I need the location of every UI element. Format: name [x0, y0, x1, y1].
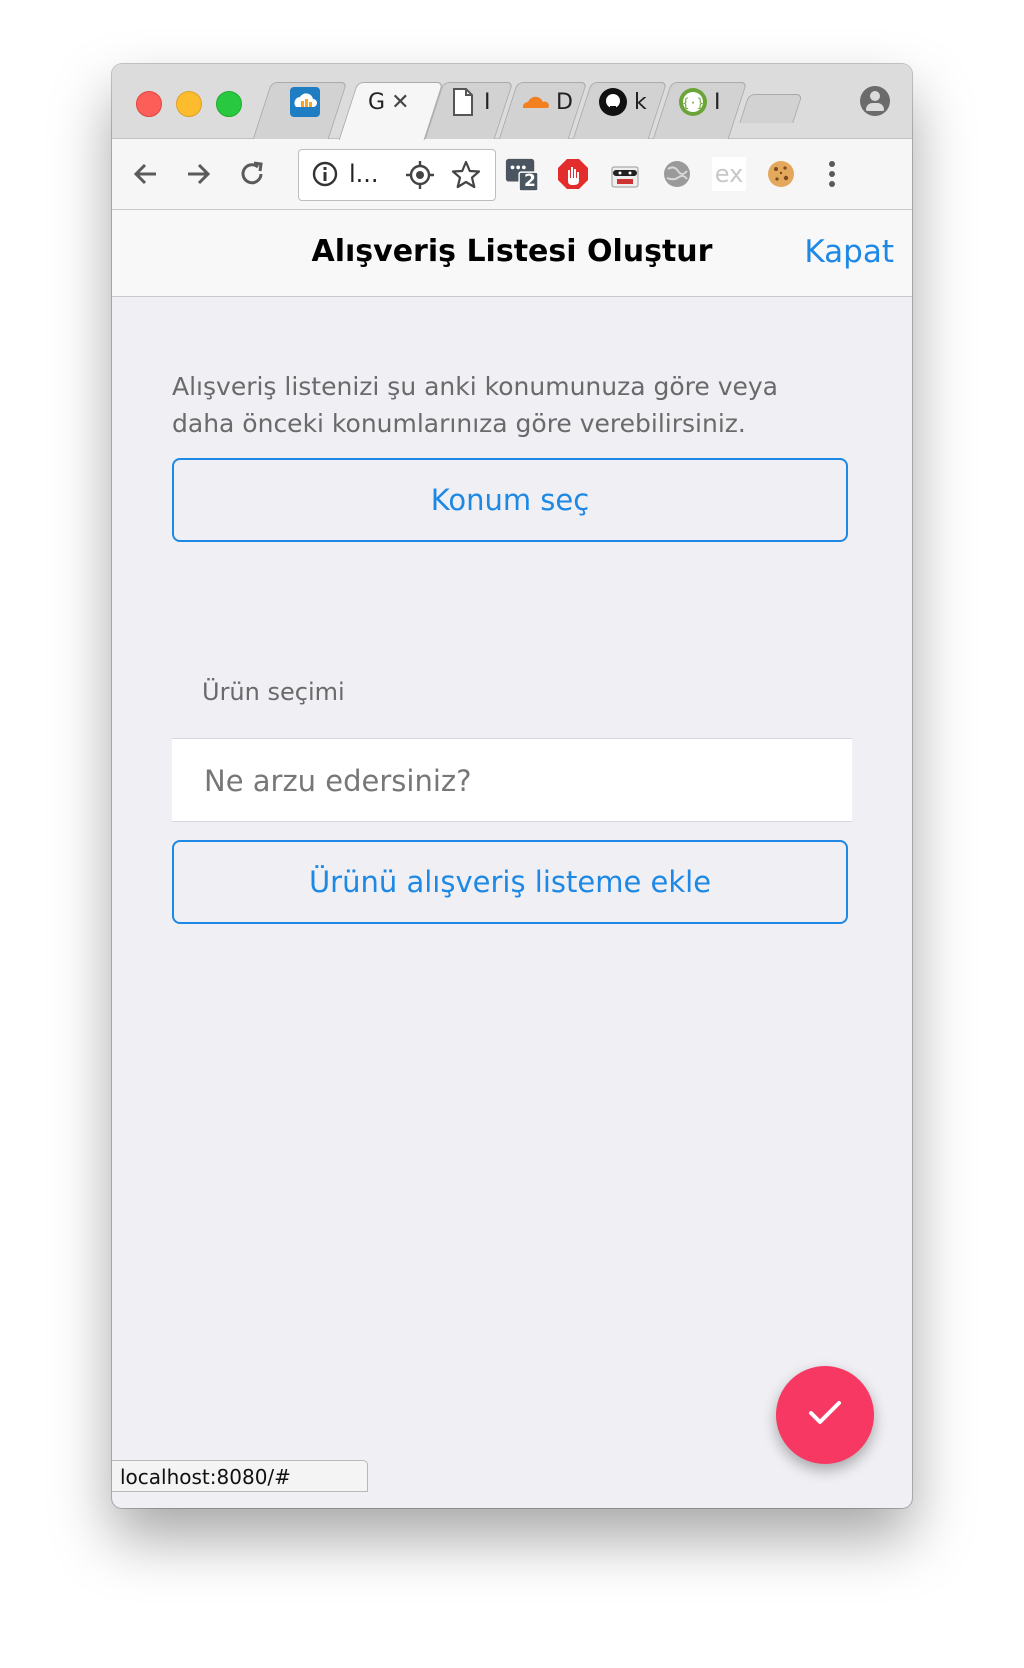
address-text[interactable]: l...: [349, 160, 379, 188]
checkmark-icon: [807, 1398, 843, 1432]
svg-text:{·}: {·}: [682, 96, 704, 110]
tab-5-content: k: [598, 82, 647, 122]
tab-3-content: I: [448, 82, 491, 122]
extension-badge: 2: [524, 171, 536, 191]
tab-1-content: [290, 82, 320, 122]
browser-toolbar: l... 2 ex: [112, 139, 912, 210]
product-input-container: [172, 738, 852, 823]
ex-extension-label: ex: [714, 160, 744, 188]
tab-5-label: k: [634, 89, 647, 115]
select-location-button[interactable]: Konum seç: [172, 458, 848, 542]
extension-counter-icon[interactable]: 2: [504, 157, 538, 192]
cookie-icon[interactable]: [764, 157, 798, 191]
tab-6-label: I: [714, 89, 721, 115]
adblock-icon[interactable]: [556, 157, 590, 191]
address-bar[interactable]: l...: [298, 149, 496, 201]
forward-icon[interactable]: [178, 154, 218, 194]
tab-6-content: {·} I: [678, 82, 721, 122]
reload-icon[interactable]: [232, 154, 272, 194]
product-search-input[interactable]: [202, 739, 826, 823]
tab-4-label: D: [556, 89, 573, 115]
maximize-window-button[interactable]: [216, 91, 242, 117]
close-button[interactable]: Kapat: [804, 234, 894, 270]
add-to-list-button[interactable]: Ürünü alışveriş listeme ekle: [172, 840, 848, 924]
tab-active-label: G: [368, 89, 386, 115]
menu-kebab-icon[interactable]: [812, 154, 852, 194]
back-icon[interactable]: [126, 154, 166, 194]
ex-extension-icon[interactable]: ex: [712, 157, 746, 191]
bookmark-star-icon[interactable]: [451, 160, 481, 194]
status-url-bar: localhost:8080/#: [112, 1460, 368, 1492]
incognito-mask-icon[interactable]: [608, 157, 642, 191]
intro-text: Alışveriş listenizi şu anki konumunuza g…: [172, 372, 779, 438]
cloudflare-icon: [520, 87, 550, 117]
close-window-button[interactable]: [136, 91, 162, 117]
tab-close-icon[interactable]: ✕: [391, 90, 409, 115]
minimize-window-button[interactable]: [176, 91, 202, 117]
document-icon: [448, 87, 478, 117]
info-icon[interactable]: [311, 160, 339, 192]
product-field-label: Ürün seçimi: [202, 678, 345, 706]
globe-icon[interactable]: [660, 157, 694, 191]
page-title: Alışveriş Listesi Oluştur: [311, 234, 713, 269]
tab-active-content: G ✕: [368, 82, 410, 122]
browser-window: G ✕ I D k {·} I l... 2 ex Alışveriş List…: [112, 64, 912, 1508]
tab-strip: G ✕ I D k {·} I: [112, 64, 912, 140]
confirm-fab[interactable]: [776, 1366, 874, 1464]
tab-4-content: D: [520, 82, 573, 122]
json-icon: {·}: [678, 87, 708, 117]
github-icon: [598, 87, 628, 117]
tab-3-label: I: [484, 89, 491, 115]
location-target-icon[interactable]: [405, 160, 435, 194]
new-tab-button[interactable]: [739, 94, 803, 123]
app-navbar: Alışveriş Listesi Oluştur Kapat: [112, 210, 912, 297]
cloud-chart-icon: [290, 87, 320, 117]
profile-icon[interactable]: [860, 86, 890, 116]
